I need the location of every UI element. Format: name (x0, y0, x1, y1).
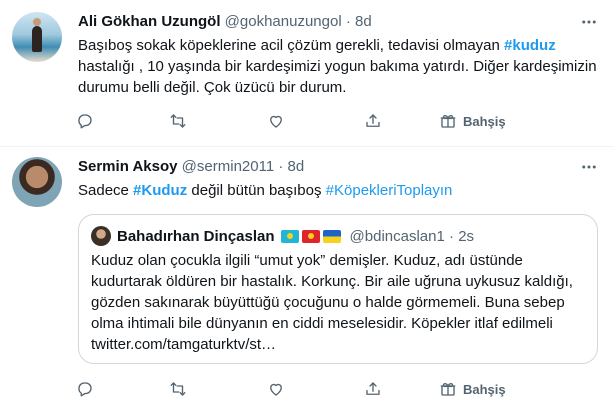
author-handle[interactable]: @sermin2011 (182, 158, 275, 175)
retweet-icon (170, 382, 186, 396)
share-button[interactable] (364, 374, 382, 404)
like-button[interactable] (267, 106, 285, 136)
author-name[interactable]: Sermin Aksoy (78, 158, 178, 175)
tweet-2[interactable]: Sermin Aksoy @sermin2011 · 8d Sadece #Ku… (0, 147, 614, 411)
hashtag-link[interactable]: #Kuduz (133, 182, 187, 199)
tweet-header: Ali Gökhan Uzungöl @gokhanuzungol · 8d (78, 13, 372, 30)
tip-label: Bahşiş (463, 381, 506, 397)
kazakhstan-flag-icon (280, 229, 299, 243)
author-name: Bahadırhan Dinçaslan (117, 227, 275, 245)
more-icon (582, 165, 596, 169)
quoted-tweet[interactable]: Bahadırhan Dinçaslan @bdincaslan1 · 2s K… (78, 214, 598, 364)
flag-emojis (280, 229, 344, 243)
tweet-actions: Bahşiş (68, 374, 598, 404)
reply-button[interactable] (76, 106, 94, 136)
tweet-header: Sermin Aksoy @sermin2011 · 8d (78, 158, 304, 175)
tip-icon (440, 114, 456, 128)
tweet-text: Sadece #Kuduz değil bütün başıboş #Köpek… (78, 180, 598, 201)
reply-button[interactable] (76, 374, 94, 404)
text-part: Başıboş sokak köpeklerine acil çözüm ger… (78, 37, 505, 54)
retweet-button[interactable] (169, 374, 187, 404)
avatar (91, 226, 111, 246)
author-name[interactable]: Ali Gökhan Uzungöl (78, 13, 221, 30)
separator: · (278, 158, 284, 175)
more-options-button[interactable] (578, 159, 600, 175)
hashtag-link[interactable]: #KöpekleriToplayın (326, 182, 453, 199)
tweet-text: Başıboş sokak köpeklerine acil çözüm ger… (78, 35, 598, 98)
like-button[interactable] (267, 374, 285, 404)
separator: · (345, 13, 351, 30)
timestamp[interactable]: 8d (288, 158, 305, 175)
author-handle: @bdincaslan1 (349, 227, 445, 245)
tip-icon (440, 382, 456, 396)
share-button[interactable] (364, 106, 382, 136)
retweet-icon (170, 114, 186, 128)
tip-button[interactable]: Bahşiş (439, 374, 506, 404)
hashtag-link[interactable]: #kuduz (504, 37, 556, 54)
timestamp[interactable]: 8d (355, 13, 372, 30)
text-part: Sadece (78, 182, 134, 199)
share-icon (366, 382, 380, 395)
tip-label: Bahşiş (463, 113, 506, 129)
author-handle[interactable]: @gokhanuzungol (225, 13, 342, 30)
separator: · (449, 227, 455, 245)
avatar[interactable] (12, 12, 62, 62)
retweet-button[interactable] (169, 106, 187, 136)
text-part: hastalığı , 10 yaşında bir kardeşimizi y… (78, 58, 597, 96)
reply-icon (78, 382, 92, 397)
share-icon (366, 114, 380, 127)
reply-icon (78, 114, 92, 129)
text-part: değil bütün başıboş (187, 182, 326, 199)
tweet-1[interactable]: Ali Gökhan Uzungöl @gokhanuzungol · 8d B… (0, 0, 614, 146)
tip-button[interactable]: Bahşiş (439, 106, 506, 136)
ukraine-flag-icon (322, 229, 341, 243)
quoted-tweet-text: Kuduz olan çocukla ilgili “umut yok” dem… (91, 252, 573, 353)
more-icon (582, 20, 596, 24)
kyrgyzstan-flag-icon (301, 229, 320, 243)
like-icon (270, 383, 282, 396)
timestamp: 2s (458, 227, 475, 245)
more-options-button[interactable] (578, 14, 600, 30)
tweet-actions: Bahşiş (68, 106, 598, 136)
avatar[interactable] (12, 157, 62, 207)
quoted-tweet-header: Bahadırhan Dinçaslan @bdincaslan1 · 2s (91, 226, 474, 246)
like-icon (270, 115, 282, 128)
